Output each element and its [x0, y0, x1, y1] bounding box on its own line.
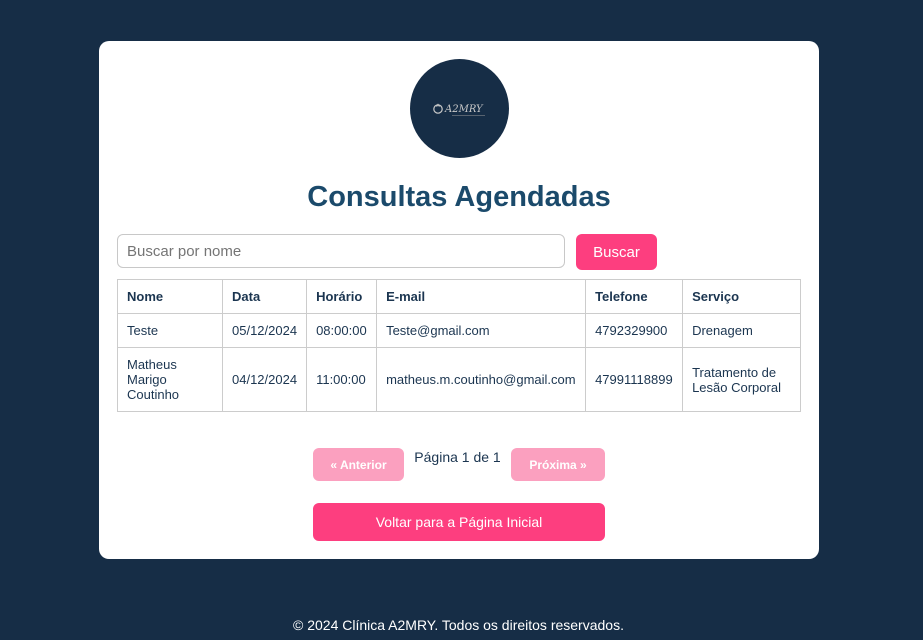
search-button[interactable]: Buscar — [576, 234, 657, 270]
appointments-card: A2MRY Consultas Agendadas Buscar Nome Da… — [99, 41, 819, 559]
column-header-telefone: Telefone — [585, 279, 684, 314]
cell-nome: Teste — [117, 313, 223, 348]
footer-copyright: © 2024 Clínica A2MRY. Todos os direitos … — [293, 617, 624, 633]
cell-servico: Drenagem — [682, 313, 801, 348]
cell-telefone: 47991118899 — [585, 347, 684, 412]
cell-servico: Tratamento de Lesão Corporal — [682, 347, 801, 412]
cell-telefone: 4792329900 — [585, 313, 684, 348]
next-page-button[interactable]: Próxima » — [511, 448, 605, 481]
column-header-email: E-mail — [376, 279, 587, 314]
column-header-servico: Serviço — [682, 279, 801, 314]
cell-horario: 11:00:00 — [306, 347, 378, 412]
cell-email: matheus.m.coutinho@gmail.com — [376, 347, 587, 412]
column-header-data: Data — [221, 279, 308, 314]
cell-nome: Matheus Marigo Coutinho — [117, 347, 223, 412]
table-header-row: Nome Data Horário E-mail Telefone Serviç… — [117, 279, 801, 314]
cell-email: Teste@gmail.com — [376, 313, 587, 348]
table-row: Matheus Marigo Coutinho 04/12/2024 11:00… — [117, 347, 801, 412]
logo-wordmark: A2MRY — [444, 104, 484, 115]
column-header-nome: Nome — [117, 279, 223, 314]
pagination-info: Página 1 de 1 — [414, 449, 501, 465]
search-input[interactable] — [117, 234, 565, 268]
table-row: Teste 05/12/2024 08:00:00 Teste@gmail.co… — [117, 313, 801, 348]
back-to-home-button[interactable]: Voltar para a Página Inicial — [313, 503, 605, 541]
column-header-horario: Horário — [306, 279, 378, 314]
cell-data: 04/12/2024 — [221, 347, 308, 412]
cell-data: 05/12/2024 — [221, 313, 308, 348]
appointments-table: Nome Data Horário E-mail Telefone Serviç… — [117, 279, 801, 412]
page-title: Consultas Agendadas — [307, 181, 611, 213]
clinic-logo: A2MRY — [410, 59, 509, 158]
previous-page-button[interactable]: « Anterior — [313, 448, 404, 481]
a2mry-logo-icon: A2MRY — [432, 103, 485, 116]
cell-horario: 08:00:00 — [306, 313, 378, 348]
